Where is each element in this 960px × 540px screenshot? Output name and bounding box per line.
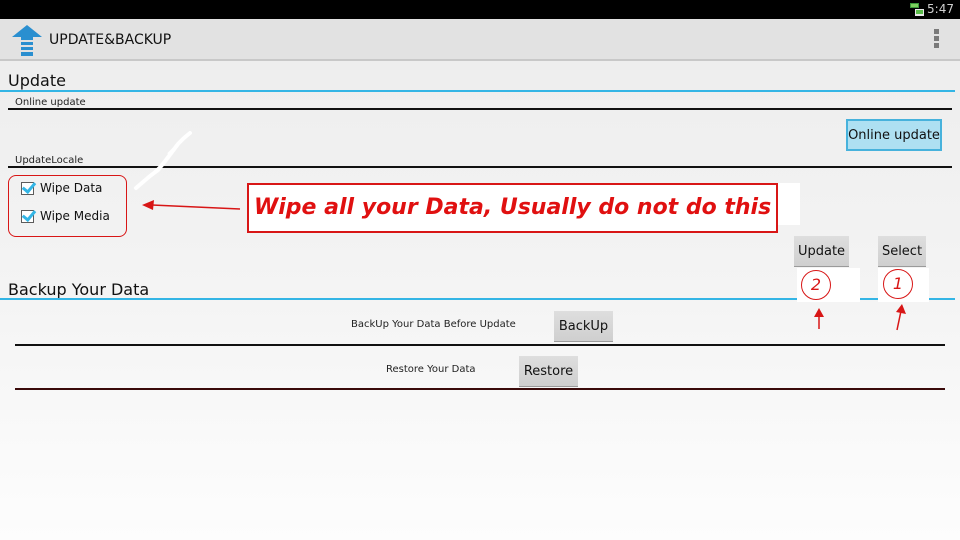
backup-section-title: Backup Your Data [8,280,150,299]
online-update-label: Online update [15,97,86,108]
step-1-arrow-icon [896,304,906,331]
backup-row-divider [15,344,945,346]
screen-mirror-icon [910,3,924,16]
online-update-divider [8,108,952,110]
restore-button[interactable]: Restore [519,356,578,387]
step-2-marker: 2 [801,270,831,300]
restore-row-divider [15,388,945,390]
backup-button[interactable]: BackUp [554,311,613,342]
white-scribble-mark [134,131,192,190]
overflow-menu-icon[interactable] [930,29,942,51]
update-button[interactable]: Update [794,236,849,267]
callout-arrow-icon [142,200,241,210]
status-bar: 5:47 [0,0,960,19]
update-locale-label: UpdateLocale [15,155,84,166]
status-time: 5:47 [927,2,954,16]
callout-tail [778,183,800,225]
step-2-arrow-icon [814,308,824,329]
backup-description: BackUp Your Data Before Update [351,319,516,330]
action-bar: UPDATE&BACKUP [0,19,960,61]
restore-description: Restore Your Data [386,364,476,375]
online-update-button[interactable]: Online update [846,119,942,151]
warning-callout: Wipe all your Data, Usually do not do th… [247,183,778,233]
wipe-options-highlight [8,175,127,237]
update-section-divider [0,90,955,92]
select-button[interactable]: Select [878,236,926,267]
update-section-title: Update [8,71,66,90]
step-1-marker: 1 [883,269,913,299]
app-title: UPDATE&BACKUP [49,32,172,48]
upload-arrow-icon[interactable] [12,25,42,57]
